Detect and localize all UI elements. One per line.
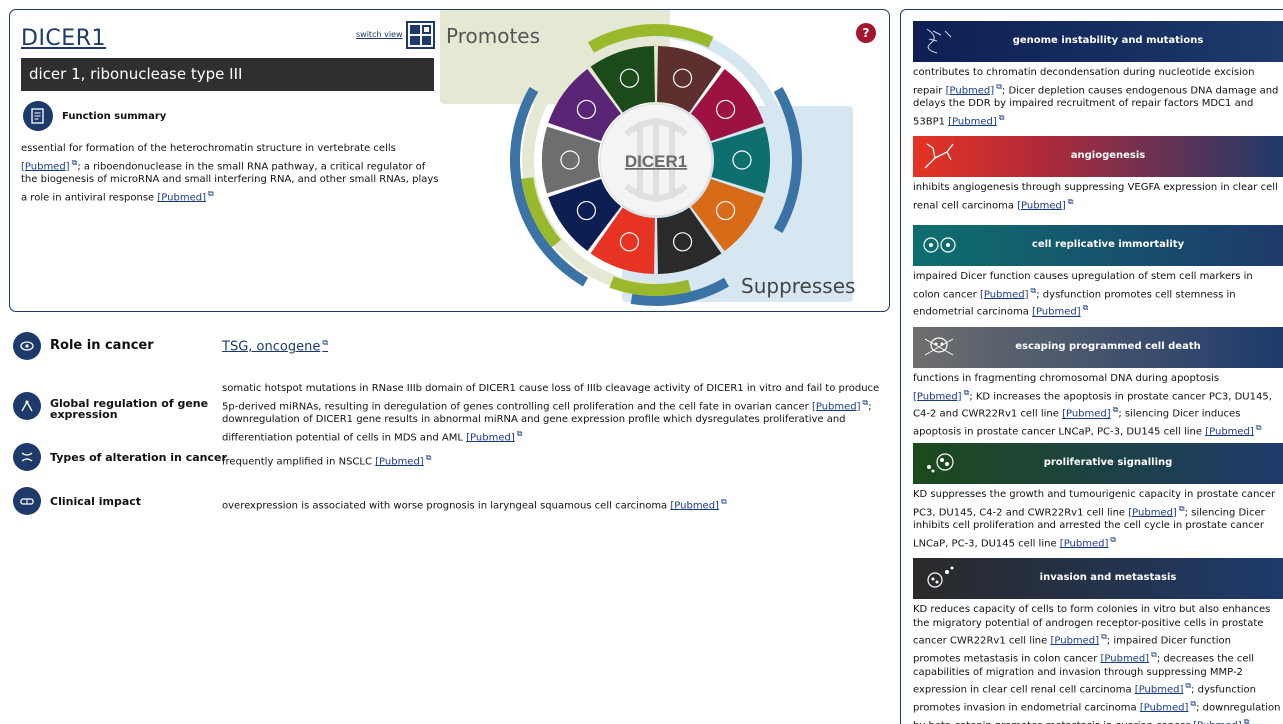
- pubmed-link[interactable]: [Pubmed]: [1193, 720, 1242, 724]
- pubmed-link[interactable]: [Pubmed]: [1032, 307, 1081, 318]
- pubmed-link[interactable]: [Pubmed]: [1017, 200, 1066, 211]
- function-summary-icon: [23, 101, 53, 131]
- pubmed-link[interactable]: [Pubmed]: [1050, 635, 1099, 646]
- pubmed-link[interactable]: [Pubmed]: [948, 116, 997, 127]
- gene-full-name: dicer 1, ribonuclease type III: [21, 58, 434, 91]
- pubmed-link[interactable]: [Pubmed]: [812, 401, 861, 412]
- function-summary-title: Function summary: [62, 111, 167, 122]
- external-link-icon: ⧉: [207, 188, 214, 198]
- pubmed-link[interactable]: [Pubmed]: [375, 456, 424, 467]
- external-link-icon: ⧉: [425, 453, 432, 462]
- hallmark-title: invasion and metastasis: [1039, 572, 1177, 583]
- pubmed-link[interactable]: [Pubmed]: [1062, 409, 1111, 420]
- alteration-types-label: Types of alteration in cancer: [50, 451, 227, 464]
- external-link-icon: ⧉: [998, 112, 1005, 122]
- pubmed-link[interactable]: [Pubmed]: [980, 289, 1029, 300]
- hallmark-invasion-metastasis-text: KD reduces capacity of cells to form col…: [913, 603, 1281, 724]
- role-in-cancer-label: Role in cancer: [50, 338, 154, 353]
- wheel-center-label[interactable]: DICER1: [625, 152, 687, 171]
- pubmed-link[interactable]: [Pubmed]: [946, 85, 995, 96]
- pubmed-link[interactable]: [Pubmed]: [1135, 684, 1184, 695]
- pubmed-link[interactable]: [Pubmed]: [1140, 702, 1189, 713]
- external-link-icon: ⧉: [1110, 534, 1117, 544]
- hallmark-escaping-cell-death-text: functions in fragmenting chromosomal DNA…: [913, 373, 1272, 438]
- clinical-impact-icon: [13, 487, 41, 515]
- gene-symbol-link[interactable]: DICER1: [21, 26, 106, 51]
- function-summary-text: essential for formation of the heterochr…: [21, 143, 439, 204]
- pubmed-link[interactable]: [Pubmed]: [1101, 653, 1150, 664]
- hallmark-angiogenesis-header[interactable]: angiogenesis: [913, 136, 1283, 177]
- hallmarks-wheel[interactable]: DICER1: [480, 10, 810, 310]
- external-link-icon: ⧉: [322, 338, 329, 347]
- hallmark-genome-instability-text: contributes to chromatin decondensation …: [913, 67, 1279, 128]
- external-link-icon: ⧉: [1255, 423, 1262, 433]
- hallmark-proliferative-signalling-header[interactable]: proliferative signalling: [913, 443, 1283, 484]
- global-regulation-icon: [13, 392, 41, 420]
- hallmark-title: cell replicative immortality: [1031, 239, 1185, 250]
- hallmark-replicative-immortality-header[interactable]: cell replicative immortality: [913, 225, 1283, 266]
- switch-view-icon[interactable]: [406, 21, 435, 49]
- alteration-types-icon: [13, 443, 41, 471]
- hallmark-replicative-immortality-text: impaired Dicer function causes upregulat…: [913, 271, 1253, 318]
- global-regulation-label: Global regulation of gene expression: [50, 397, 209, 421]
- pubmed-link[interactable]: [Pubmed]: [1128, 507, 1177, 518]
- hallmark-invasion-metastasis-header[interactable]: invasion and metastasis: [913, 558, 1283, 599]
- switch-view-link[interactable]: switch view: [356, 30, 403, 39]
- global-regulation-text: somatic hotspot mutations in RNase IIIb …: [222, 383, 880, 444]
- hallmark-title: escaping programmed cell death: [1015, 341, 1201, 352]
- gene-summary-card: Promotes Suppresses DICER1 DICER1 switch…: [9, 9, 890, 312]
- pubmed-link[interactable]: [Pubmed]: [466, 432, 515, 443]
- hallmark-escaping-cell-death-header[interactable]: escaping programmed cell death: [913, 327, 1283, 368]
- hallmark-proliferative-signalling-text: KD suppresses the growth and tumourigeni…: [913, 489, 1276, 550]
- external-link-icon: ⧉: [516, 428, 523, 438]
- pubmed-link[interactable]: [Pubmed]: [1060, 538, 1109, 549]
- clinical-impact-text: overexpression is associated with worse …: [222, 497, 727, 512]
- external-link-icon: ⧉: [1067, 196, 1074, 206]
- help-icon[interactable]: ?: [856, 23, 876, 43]
- role-in-cancer-icon: [13, 332, 41, 360]
- hallmark-title: proliferative signalling: [1043, 457, 1173, 468]
- role-in-cancer-link[interactable]: TSG, oncogene ⧉: [222, 338, 328, 354]
- external-link-icon: ⧉: [720, 497, 727, 506]
- clinical-impact-label: Clinical impact: [50, 495, 142, 508]
- alteration-types-text: frequently amplified in NSCLC [Pubmed] ⧉: [222, 453, 432, 468]
- external-link-icon: ⧉: [1243, 716, 1250, 724]
- pubmed-link[interactable]: [Pubmed]: [1205, 426, 1254, 437]
- hallmark-genome-instability-header[interactable]: genome instability and mutations: [913, 21, 1283, 62]
- hallmark-angiogenesis-text: inhibits angiogenesis through suppressin…: [913, 182, 1278, 211]
- external-link-icon: ⧉: [1082, 303, 1089, 313]
- pubmed-link[interactable]: [Pubmed]: [21, 161, 70, 172]
- hallmark-title: genome instability and mutations: [1012, 35, 1204, 46]
- pubmed-link[interactable]: [Pubmed]: [157, 192, 206, 203]
- hallmark-title: angiogenesis: [1070, 150, 1146, 161]
- promotes-outer-arc: [609, 276, 692, 296]
- pubmed-link[interactable]: [Pubmed]: [670, 500, 719, 511]
- pubmed-link[interactable]: [Pubmed]: [913, 391, 962, 402]
